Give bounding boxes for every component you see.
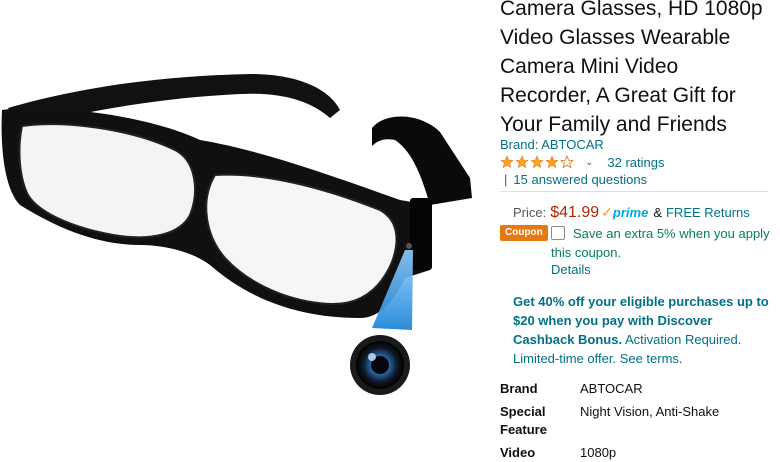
coupon-checkbox[interactable] (551, 226, 565, 240)
star-empty-icon (560, 155, 574, 169)
coupon-badge: Coupon (500, 225, 548, 241)
free-returns-link[interactable]: FREE Returns (666, 205, 750, 220)
rating-row: ⌄ 32 ratings (500, 152, 664, 172)
star-icon (530, 155, 544, 169)
spec-key: Brand (500, 381, 538, 396)
star-icon (545, 155, 559, 169)
star-icon (500, 155, 514, 169)
spec-value: 1080p (580, 445, 617, 460)
price-value: $41.99 (550, 204, 600, 221)
star-rating[interactable] (500, 155, 575, 169)
brand-link[interactable]: Brand: ABTOCAR (500, 137, 604, 152)
prime-check-icon: ✓ (601, 204, 613, 220)
prime-logo[interactable]: ✓ prime (601, 204, 648, 221)
price-label: Price: (513, 205, 547, 220)
ratings-count-link[interactable]: 32 ratings (607, 155, 664, 170)
spec-key: Video (500, 445, 536, 460)
product-title: Camera Glasses, HD 1080p Video Glasses W… (500, 0, 763, 136)
coupon-details-link[interactable]: Details (551, 262, 591, 277)
qa-row: | 15 answered questions (504, 172, 647, 187)
spec-key: Special Feature (500, 404, 547, 437)
separator: | (504, 172, 508, 187)
price-row: Price: $41.99 ✓ prime & FREE Returns (513, 204, 750, 222)
ampersand: & (653, 205, 662, 220)
star-icon (515, 155, 529, 169)
prime-word: prime (612, 205, 649, 220)
divider (500, 191, 768, 192)
promo-message[interactable]: Get 40% off your eligible purchases up t… (513, 292, 775, 368)
chevron-down-icon[interactable]: ⌄ (585, 157, 593, 168)
coupon-text: Save an extra 5% when you apply this cou… (551, 226, 770, 260)
product-image[interactable] (0, 0, 490, 456)
spec-value: ABTOCAR (580, 381, 643, 396)
spec-value: Night Vision, Anti-Shake (580, 404, 720, 419)
answered-questions-link[interactable]: 15 answered questions (513, 172, 647, 187)
